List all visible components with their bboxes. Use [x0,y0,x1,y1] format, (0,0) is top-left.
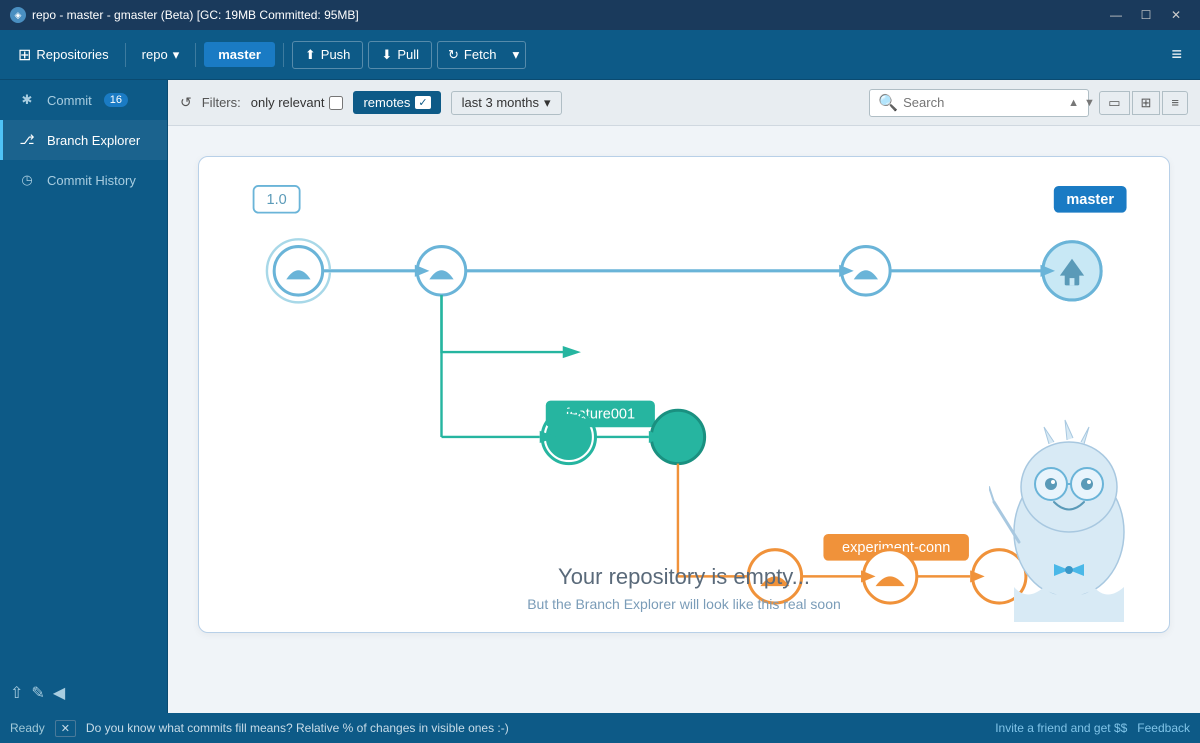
separator3 [283,43,284,67]
only-relevant-checkbox[interactable] [329,96,343,110]
diagram-inner: 1.0 master [199,157,1169,632]
maximize-button[interactable]: ☐ [1132,4,1160,26]
commit-history-label: Commit History [47,173,136,188]
fetch-button[interactable]: ↻ Fetch [437,41,506,69]
svg-text:master: master [1066,192,1114,208]
remotes-check-icon: ✓ [415,96,430,109]
push-button[interactable]: ⬆ Push [292,41,364,69]
separator [125,43,126,67]
separator2 [195,43,196,67]
fetch-arrow-icon: ▾ [512,47,519,62]
push-up-icon: ⬆ [305,47,316,63]
app-icon: ◈ [10,7,26,23]
repo-label: repo [142,47,168,62]
single-view-button[interactable]: ▭ [1099,91,1129,115]
nav-up-button[interactable]: ▲ [1068,97,1079,109]
push-out-button[interactable]: ⇧ [10,683,23,703]
empty-state: Your repository is empty... But the Bran… [527,564,841,612]
search-box: 🔍 ▲ ▼ [869,89,1089,117]
refresh-button[interactable]: ↺ [180,94,192,111]
mascot [989,402,1149,622]
repo-arrow-icon: ▾ [173,47,180,63]
only-relevant-label: only relevant [251,95,325,110]
nav-down-button[interactable]: ▼ [1084,97,1095,109]
commit-label: Commit [47,93,92,108]
remotes-label: remotes [363,95,410,110]
title-text: repo - master - gmaster (Beta) [GC: 19MB… [32,8,359,22]
fetch-dropdown[interactable]: ▾ [506,41,526,69]
last3months-label: last 3 months [462,95,539,110]
diagram-box: 1.0 master [198,156,1170,633]
commit-history-icon: ◷ [17,172,37,188]
close-button[interactable]: ✕ [1162,4,1190,26]
repositories-label: Repositories [36,47,108,62]
branch-explorer-label: Branch Explorer [47,133,140,148]
empty-title: Your repository is empty... [527,564,841,590]
edit-button[interactable]: ✎ [31,683,44,703]
view-toggle: ▭ ⊞ ≡ [1099,91,1188,115]
refresh-icon: ↺ [180,94,192,110]
status-ready: Ready [10,721,45,735]
status-bar: Ready ✕ Do you know what commits fill me… [0,713,1200,743]
filter-bar: ↺ Filters: only relevant remotes ✓ last … [168,80,1200,126]
title-bar: ◈ repo - master - gmaster (Beta) [GC: 19… [0,0,1200,30]
minimize-button[interactable]: — [1102,4,1130,26]
repositories-button[interactable]: ⊞ Repositories [10,41,117,69]
main-layout: ✱ Commit 16 ⎇ Branch Explorer ◷ Commit H… [0,80,1200,713]
double-view-button[interactable]: ⊞ [1132,91,1161,115]
list-view-button[interactable]: ≡ [1162,91,1188,115]
filters-label: Filters: [202,95,241,110]
branch-area: SOFTPEDIA 1.0 master [168,126,1200,713]
sidebar: ✱ Commit 16 ⎇ Branch Explorer ◷ Commit H… [0,80,168,713]
branch-explorer-icon: ⎇ [17,132,37,148]
last3months-filter-button[interactable]: last 3 months ▾ [451,91,562,115]
branch-button[interactable]: master [204,42,275,67]
menu-button[interactable]: ≡ [1163,40,1190,69]
commit-icon: ✱ [17,92,37,108]
pull-down-icon: ⬇ [381,47,392,63]
sidebar-item-commit-history[interactable]: ◷ Commit History [0,160,167,200]
sidebar-item-branch-explorer[interactable]: ⎇ Branch Explorer [0,120,167,160]
search-icon: 🔍 [878,93,898,113]
last3months-arrow-icon: ▾ [544,95,551,111]
empty-subtitle: But the Branch Explorer will look like t… [527,596,841,612]
pull-button[interactable]: ⬇ Pull [368,41,432,69]
feedback-link[interactable]: Feedback [1137,721,1190,735]
sidebar-item-commit[interactable]: ✱ Commit 16 [0,80,167,120]
repo-grid-icon: ⊞ [18,45,31,65]
status-message: Do you know what commits fill means? Rel… [86,721,985,735]
invite-link[interactable]: Invite a friend and get $$ [995,721,1127,735]
svg-text:1.0: 1.0 [266,192,286,208]
toolbar: ⊞ Repositories repo ▾ master ⬆ Push ⬇ Pu… [0,30,1200,80]
sidebar-bottom: ⇧ ✎ ◀ [0,673,167,713]
fetch-icon: ↻ [448,47,459,63]
content-area: ↺ Filters: only relevant remotes ✓ last … [168,80,1200,713]
remotes-filter-button[interactable]: remotes ✓ [353,91,440,114]
collapse-button[interactable]: ◀ [53,683,65,703]
diagram-container: 1.0 master [198,156,1170,633]
only-relevant-group: only relevant [251,95,344,110]
status-close-button[interactable]: ✕ [55,720,76,737]
repo-selector[interactable]: repo ▾ [134,43,188,67]
search-input[interactable] [903,95,1063,110]
commit-badge: 16 [104,93,128,107]
